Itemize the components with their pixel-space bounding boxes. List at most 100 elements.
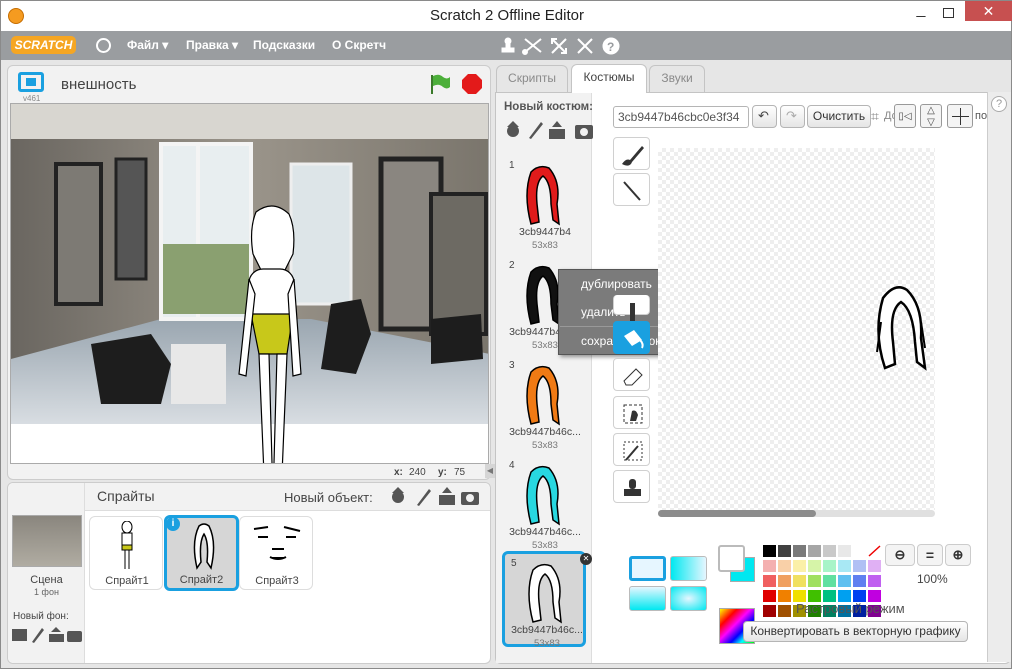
palette-swatch[interactable]: [778, 560, 791, 572]
palette-swatch[interactable]: [823, 575, 836, 587]
zoom-reset-button[interactable]: =: [917, 544, 943, 566]
help-icon[interactable]: ?: [991, 96, 1007, 112]
fill-gradient-horizontal-option[interactable]: [670, 556, 707, 581]
tool-brush-button[interactable]: [613, 137, 650, 170]
palette-swatch[interactable]: [853, 545, 866, 557]
paint-costume-icon[interactable]: [529, 122, 543, 139]
costume-name-input[interactable]: [613, 106, 749, 128]
choose-sprite-library-icon[interactable]: [392, 487, 404, 503]
costume-drawing[interactable]: [871, 282, 931, 372]
palette-swatch[interactable]: [763, 575, 776, 587]
primary-color-swatch[interactable]: [718, 545, 745, 572]
menu-edit[interactable]: Правка ▾: [186, 38, 238, 52]
tool-eraser-button[interactable]: [613, 358, 650, 391]
scrollbar-thumb[interactable]: [658, 510, 816, 517]
convert-vector-button[interactable]: Конвертировать в векторную графику: [743, 621, 968, 642]
flip-horizontal-icon[interactable]: ▯◁: [894, 104, 916, 128]
costume-item-4[interactable]: 4 3cb9447b46c... 53x83: [503, 456, 587, 552]
green-flag-icon[interactable]: [429, 72, 451, 96]
tool-stamp-button[interactable]: [613, 470, 650, 503]
globe-icon[interactable]: [96, 38, 111, 53]
zoom-out-button[interactable]: ⊖: [885, 544, 915, 566]
tool-fill-button[interactable]: [613, 321, 650, 354]
palette-swatch[interactable]: [853, 575, 866, 587]
sprite-thumb-1[interactable]: Спрайт1: [89, 516, 163, 590]
palette-swatch[interactable]: [808, 575, 821, 587]
palette-swatch[interactable]: [778, 545, 791, 557]
palette-swatch[interactable]: [778, 605, 791, 617]
stop-sign-icon[interactable]: [461, 73, 483, 95]
camera-sprite-icon[interactable]: [461, 492, 479, 505]
costume-item-1[interactable]: 1 3cb9447b4 53x83: [503, 156, 587, 252]
collapse-arrow-icon[interactable]: ◀: [485, 464, 495, 478]
stage-canvas[interactable]: [10, 103, 489, 464]
grow-icon[interactable]: [551, 38, 567, 54]
upload-costume-icon[interactable]: [549, 121, 565, 139]
help-question-icon[interactable]: ?: [602, 37, 620, 55]
palette-swatch[interactable]: [838, 560, 851, 572]
cut-scissors-icon[interactable]: [522, 38, 542, 55]
palette-swatch[interactable]: [793, 545, 806, 557]
sprite-thumb-3[interactable]: Спрайт3: [239, 516, 313, 590]
crop-icon[interactable]: ⌗: [871, 108, 879, 125]
horizontal-scrollbar[interactable]: [658, 510, 935, 517]
maximize-button[interactable]: [935, 3, 963, 25]
upload-backdrop-icon[interactable]: [49, 627, 64, 642]
palette-swatch[interactable]: [823, 545, 836, 557]
undo-button[interactable]: ↶: [752, 105, 777, 128]
palette-swatch[interactable]: [778, 590, 791, 602]
tab-costumes[interactable]: Костюмы: [571, 64, 647, 93]
palette-swatch[interactable]: [823, 560, 836, 572]
set-center-button[interactable]: [947, 104, 973, 128]
costume-library-icon[interactable]: [507, 121, 519, 137]
tool-select-remove-background-button[interactable]: [613, 433, 650, 466]
delete-costume-icon[interactable]: ✕: [580, 553, 592, 565]
fill-solid-option[interactable]: [629, 556, 666, 581]
zoom-in-button[interactable]: ⊕: [945, 544, 971, 566]
upload-sprite-icon[interactable]: [439, 487, 455, 505]
fullscreen-icon[interactable]: [18, 72, 44, 92]
palette-swatch[interactable]: [868, 575, 881, 587]
menu-about[interactable]: О Скретч: [332, 38, 386, 52]
menu-file[interactable]: Файл ▾: [127, 38, 168, 52]
shrink-icon[interactable]: [577, 38, 593, 54]
tab-scripts[interactable]: Скрипты: [496, 65, 568, 92]
palette-swatch[interactable]: [808, 545, 821, 557]
costume-item-3[interactable]: 3 3cb9447b46c... 53x83: [503, 356, 587, 452]
camera-backdrop-icon[interactable]: [67, 631, 82, 642]
backdrop-library-icon[interactable]: [12, 629, 27, 641]
paste-label[interactable]: по: [975, 110, 987, 122]
palette-swatch[interactable]: [793, 560, 806, 572]
palette-swatch[interactable]: [763, 605, 776, 617]
help-panel-button[interactable]: [987, 92, 1011, 662]
palette-swatch[interactable]: [763, 590, 776, 602]
tab-sounds[interactable]: Звуки: [649, 65, 705, 92]
redo-button[interactable]: ↷: [780, 105, 805, 128]
paint-new-sprite-icon[interactable]: [417, 489, 431, 506]
tool-text-button[interactable]: [613, 295, 650, 321]
tool-select-button[interactable]: [613, 396, 650, 429]
fill-gradient-vertical-option[interactable]: [629, 586, 666, 611]
scratch-logo[interactable]: SCRATCH: [11, 36, 76, 54]
palette-swatch[interactable]: [763, 545, 776, 557]
palette-swatch[interactable]: [868, 545, 881, 557]
scene-thumbnail[interactable]: [12, 515, 82, 567]
palette-swatch[interactable]: [838, 545, 851, 557]
costume-item-5[interactable]: 5 3cb9447b46c... 53x83 ✕: [502, 551, 592, 649]
close-window-button[interactable]: ✕: [965, 1, 1012, 21]
flip-vertical-icon[interactable]: △ ▽: [920, 104, 942, 128]
palette-swatch[interactable]: [853, 560, 866, 572]
palette-swatch[interactable]: [793, 575, 806, 587]
minimize-button[interactable]: _: [907, 2, 935, 25]
palette-swatch[interactable]: [868, 560, 881, 572]
menu-tips[interactable]: Подсказки: [253, 38, 315, 52]
clear-button[interactable]: Очистить: [807, 105, 871, 128]
fill-gradient-radial-option[interactable]: [670, 586, 707, 611]
palette-swatch[interactable]: [808, 560, 821, 572]
camera-costume-icon[interactable]: [575, 125, 593, 139]
tool-line-button[interactable]: [613, 173, 650, 206]
palette-swatch[interactable]: [763, 560, 776, 572]
paint-backdrop-icon[interactable]: [32, 628, 44, 643]
duplicate-stamp-icon[interactable]: [501, 37, 515, 53]
palette-swatch[interactable]: [838, 575, 851, 587]
